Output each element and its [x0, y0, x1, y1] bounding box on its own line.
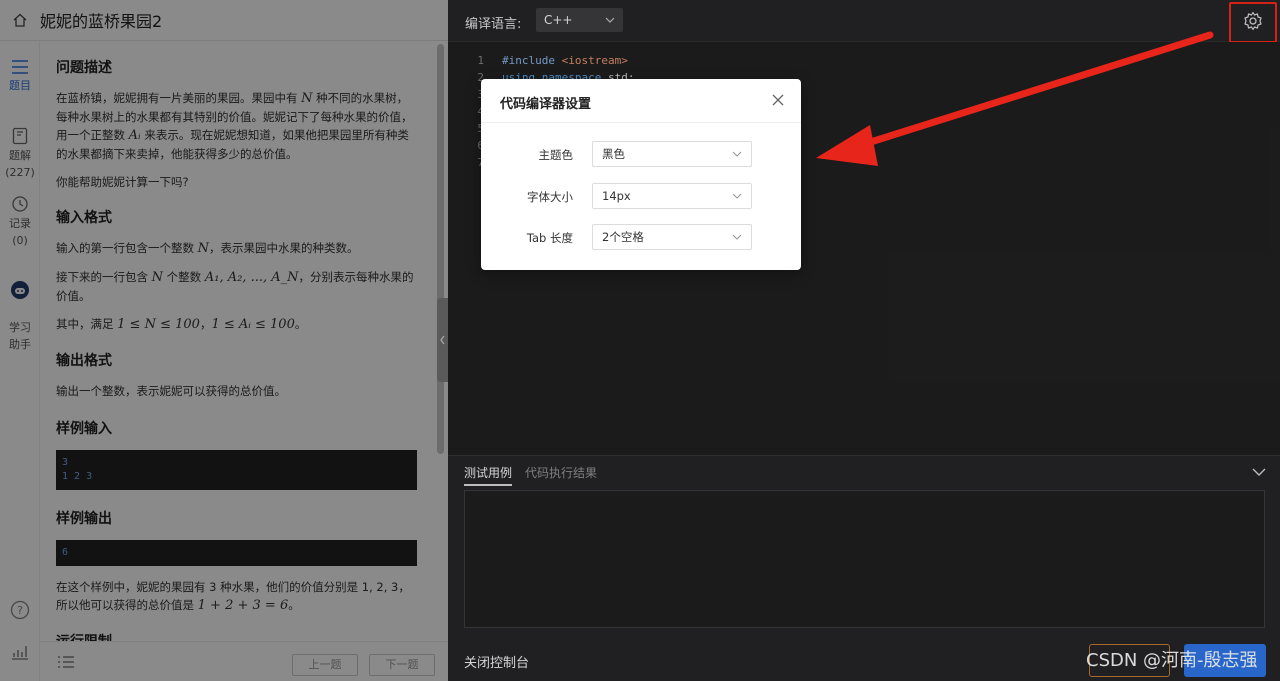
modal-backdrop-left[interactable] — [0, 0, 448, 681]
tab-length-label: Tab 长度 — [526, 231, 573, 245]
font-size-select[interactable]: 14px — [592, 183, 752, 209]
theme-label: 主题色 — [538, 148, 574, 162]
pane-splitter[interactable] — [437, 298, 448, 382]
theme-value: 黑色 — [602, 147, 625, 161]
editor-settings-dialog: 代码编译器设置 主题色 黑色 字体大小 14px Tab 长度 2个空格 — [481, 79, 801, 270]
chevron-down-icon — [732, 142, 742, 174]
chevron-left-icon — [440, 335, 445, 345]
theme-select[interactable]: 黑色 — [592, 141, 752, 167]
font-size-value: 14px — [602, 189, 631, 203]
dialog-header: 代码编译器设置 — [481, 79, 801, 123]
tab-length-value: 2个空格 — [602, 230, 644, 244]
chevron-down-icon — [732, 184, 742, 216]
close-icon[interactable] — [772, 94, 784, 109]
dialog-title: 代码编译器设置 — [500, 97, 592, 112]
font-size-label: 字体大小 — [527, 190, 573, 204]
chevron-down-icon — [732, 225, 742, 257]
tab-length-select[interactable]: 2个空格 — [592, 224, 752, 250]
